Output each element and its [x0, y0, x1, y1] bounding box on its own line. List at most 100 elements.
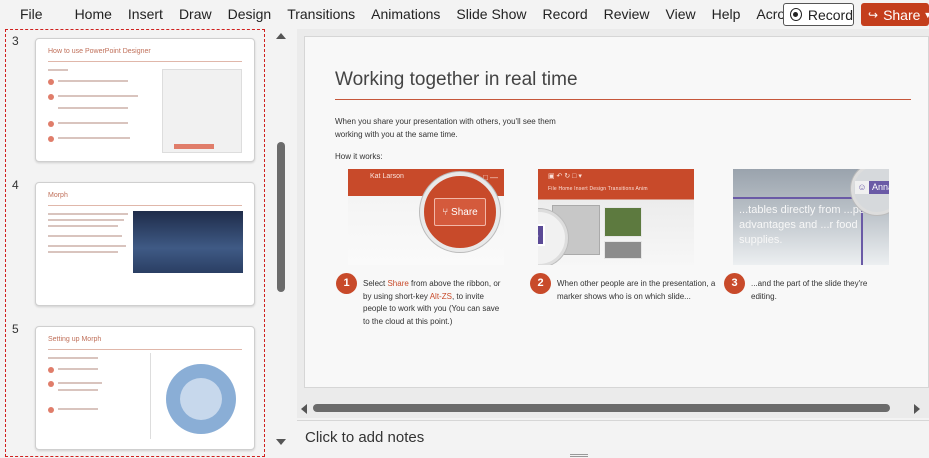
scrollbar-thumb[interactable]	[277, 142, 285, 292]
thumb-text-line	[48, 225, 118, 227]
title-rule	[335, 99, 911, 100]
quick-access-icons: ▣ ↶ ↻ □ ▾	[548, 173, 582, 180]
slide-thumbnail-pane[interactable]: 3 How to use PowerPoint Designer 4 Morph	[5, 29, 265, 457]
tab-view[interactable]: View	[658, 0, 704, 29]
tab-home[interactable]: Home	[67, 0, 120, 29]
scrollbar-thumb[interactable]	[313, 404, 890, 412]
powerpoint-window: File Home Insert Draw Design Transitions…	[0, 0, 929, 458]
slide-title[interactable]: Working together in real time	[335, 69, 578, 91]
editing-marker-image[interactable]: ...tables directly from ...per of advant…	[733, 169, 889, 265]
thumb-text-line	[48, 235, 122, 237]
thumbnail-rule	[48, 61, 242, 62]
tab-help[interactable]: Help	[704, 0, 749, 29]
thumb-step-dot	[48, 79, 54, 85]
mini-slide-photo	[604, 207, 642, 237]
thumbnail-number: 3	[12, 34, 19, 48]
thumb-text-line	[48, 357, 98, 359]
step-number-badge: 3	[724, 273, 745, 294]
scroll-up-icon[interactable]	[276, 33, 286, 39]
record-icon	[790, 8, 802, 21]
notes-pane[interactable]: Click to add notes	[297, 420, 929, 458]
scroll-right-icon[interactable]	[914, 404, 920, 414]
step-3-text[interactable]: ...and the part of the slide they're edi…	[751, 278, 871, 303]
thumb-text-line	[58, 122, 128, 124]
user-avatar-icon: ☺	[538, 224, 545, 246]
tab-insert[interactable]: Insert	[120, 0, 171, 29]
tab-record[interactable]: Record	[534, 0, 595, 29]
thumb-screenshot-image	[162, 69, 242, 153]
thumb-text-line	[58, 107, 128, 109]
tab-slide-show[interactable]: Slide Show	[448, 0, 534, 29]
share-button[interactable]: ↪ Share ▼	[861, 3, 929, 26]
step-1-text[interactable]: Select Share from above the ribbon, or b…	[363, 278, 508, 328]
mini-ribbon-tabs: File Home Insert Design Transitions Anim	[548, 186, 648, 192]
thumbnail-number: 4	[12, 178, 19, 192]
notes-resize-handle[interactable]	[570, 454, 588, 457]
thumbnail-number: 5	[12, 322, 19, 336]
thumbnail-title: Setting up Morph	[48, 336, 102, 343]
how-it-works-label[interactable]: How it works:	[335, 152, 383, 161]
share-ribbon-image[interactable]: Kat Larson □ ― ⑂ Share	[348, 169, 504, 265]
tab-review[interactable]: Review	[596, 0, 658, 29]
step-highlight: Share	[387, 279, 409, 288]
thumb-button-shape	[174, 144, 214, 149]
thumb-text-line	[48, 69, 68, 71]
slide-intro-text[interactable]: When you share your presentation with ot…	[335, 115, 575, 141]
user-add-icon: ⑂	[442, 206, 452, 218]
slide-thumbnail-5[interactable]: Setting up Morph	[35, 326, 255, 450]
slide-editor: Working together in real time When you s…	[297, 29, 929, 398]
thumb-text-line	[58, 80, 128, 82]
thumb-text-line	[58, 137, 130, 139]
thumbnail-scrollbar[interactable]	[273, 29, 289, 457]
chevron-down-icon[interactable]: ▼	[923, 10, 929, 20]
thumb-text-line	[48, 213, 128, 215]
thumb-text-line	[48, 219, 124, 221]
thumb-text-line	[48, 245, 126, 247]
thumbnail-title: How to use PowerPoint Designer	[48, 48, 151, 55]
step-highlight: Alt-ZS	[429, 291, 452, 301]
thumb-step-dot	[48, 407, 54, 413]
thumb-step-dot	[48, 381, 54, 387]
user-name-text: Kat Larson	[370, 173, 404, 180]
tab-animations[interactable]: Animations	[363, 0, 448, 29]
thumb-circle-inner	[180, 378, 222, 420]
presence-marker-image[interactable]: ▣ ↶ ↻ □ ▾ File Home Insert Design Transi…	[538, 169, 694, 265]
thumbnail-title: Morph	[48, 192, 68, 199]
scroll-left-icon[interactable]	[301, 404, 307, 414]
scroll-down-icon[interactable]	[276, 439, 286, 445]
slide-canvas[interactable]: Working together in real time When you s…	[304, 36, 929, 388]
thumb-step-dot	[48, 367, 54, 373]
share-button-label: Share	[883, 6, 921, 23]
tab-file[interactable]: File	[0, 0, 67, 29]
share-icon: ↪	[868, 7, 879, 22]
magnifier-lens: ⑂ Share	[420, 172, 500, 252]
user-avatar-icon: ☺	[855, 181, 869, 194]
notes-placeholder[interactable]: Click to add notes	[305, 429, 424, 446]
thumb-text-line	[48, 251, 118, 253]
thumb-divider	[150, 353, 151, 439]
record-button[interactable]: Record	[783, 3, 854, 26]
share-button-zoomed: ⑂ Share	[434, 198, 486, 226]
thumb-text-line	[58, 382, 102, 384]
zoomed-share-label: Share	[451, 206, 478, 218]
record-button-label: Record	[807, 6, 853, 23]
mini-slide-thumb	[604, 241, 642, 259]
slide-thumbnail-4[interactable]: Morph	[35, 182, 255, 306]
slide-horizontal-scrollbar[interactable]	[297, 398, 929, 418]
thumb-space-image	[133, 211, 243, 273]
thumb-step-dot	[48, 136, 54, 142]
step-2-text[interactable]: When other people are in the presentatio…	[557, 278, 717, 303]
thumb-step-dot	[48, 121, 54, 127]
thumb-text-line	[58, 389, 98, 391]
step-text-segment: Select	[363, 279, 388, 288]
tab-design[interactable]: Design	[220, 0, 280, 29]
thumb-text-line	[58, 368, 98, 370]
tab-transitions[interactable]: Transitions	[279, 0, 363, 29]
slide-thumbnail-3[interactable]: How to use PowerPoint Designer	[35, 38, 255, 162]
thumbnail-rule	[48, 349, 242, 350]
step-number-badge: 2	[530, 273, 551, 294]
tab-draw[interactable]: Draw	[171, 0, 220, 29]
thumb-text-line	[58, 408, 98, 410]
thumb-circle-shape	[166, 364, 236, 434]
thumb-text-line	[58, 95, 138, 97]
